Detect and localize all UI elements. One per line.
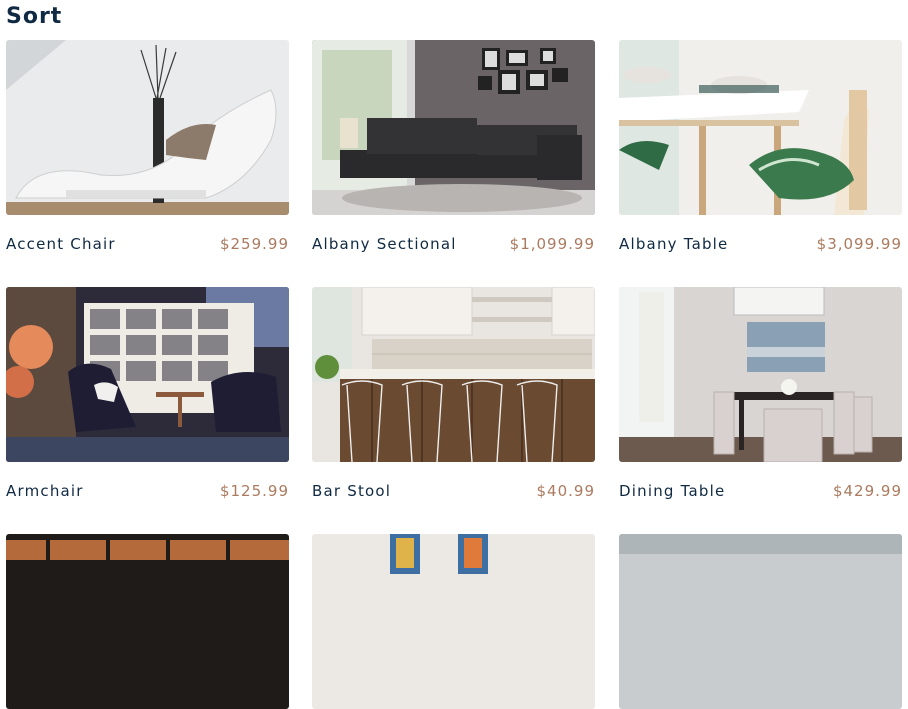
product-card[interactable] — [619, 534, 902, 709]
product-image[interactable] — [619, 534, 902, 709]
product-photo-9 — [619, 534, 902, 709]
product-name: Armchair — [6, 482, 84, 500]
albany-sectional-photo — [312, 40, 595, 215]
product-name: Albany Sectional — [312, 235, 457, 253]
product-image[interactable] — [619, 287, 902, 462]
bar-stool-photo — [312, 287, 595, 462]
accent-chair-photo — [6, 40, 289, 215]
armchair-photo — [6, 287, 289, 462]
product-image[interactable] — [6, 534, 289, 709]
product-card[interactable]: Armchair $125.99 — [6, 287, 289, 500]
product-card[interactable]: Accent Chair $259.99 — [6, 40, 289, 253]
product-image[interactable] — [619, 40, 902, 215]
product-card[interactable]: Dining Table $429.99 — [619, 287, 902, 500]
product-card[interactable]: Bar Stool $40.99 — [312, 287, 595, 500]
product-price: $125.99 — [219, 482, 289, 500]
product-price: $429.99 — [832, 482, 902, 500]
product-name: Bar Stool — [312, 482, 392, 500]
dining-table-photo — [619, 287, 902, 462]
product-photo-8 — [312, 534, 595, 709]
product-image[interactable] — [312, 287, 595, 462]
product-image[interactable] — [312, 534, 595, 709]
product-price: $259.99 — [219, 235, 289, 253]
product-image[interactable] — [312, 40, 595, 215]
product-photo-7 — [6, 534, 289, 709]
product-price: $3,099.99 — [816, 235, 902, 253]
product-image[interactable] — [6, 287, 289, 462]
product-name: Dining Table — [619, 482, 726, 500]
product-image[interactable] — [6, 40, 289, 215]
product-name: Albany Table — [619, 235, 729, 253]
albany-table-photo — [619, 40, 902, 215]
product-card[interactable]: Albany Sectional $1,099.99 — [312, 40, 595, 253]
product-card[interactable]: Albany Table $3,099.99 — [619, 40, 902, 253]
product-card[interactable] — [312, 534, 595, 709]
product-price: $1,099.99 — [509, 235, 595, 253]
product-card[interactable] — [6, 534, 289, 709]
product-name: Accent Chair — [6, 235, 116, 253]
product-price: $40.99 — [536, 482, 595, 500]
page-title: Sort — [6, 4, 63, 29]
